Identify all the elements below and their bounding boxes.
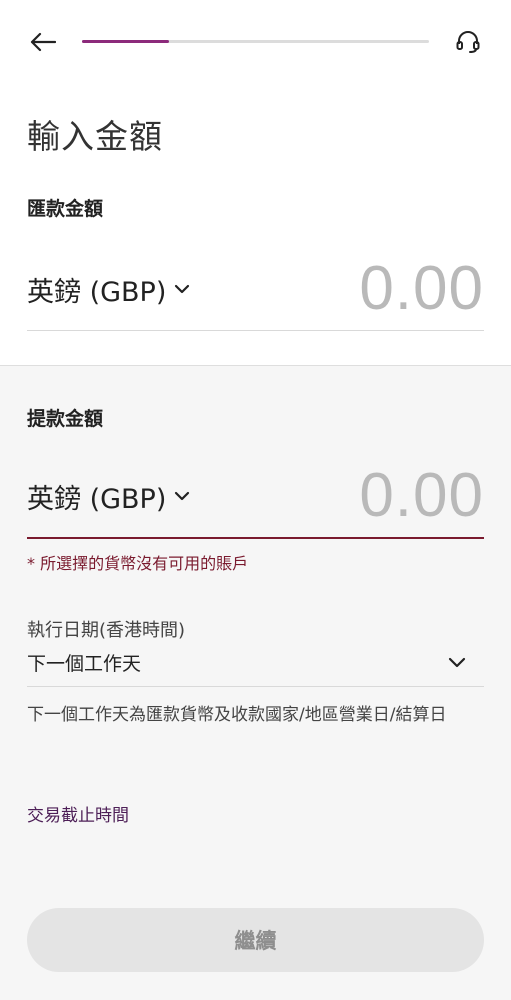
chevron-down-icon: [175, 284, 190, 294]
receive-currency-dropdown[interactable]: 英鎊 (GBP): [27, 477, 190, 516]
execution-date-underline: [27, 686, 484, 687]
continue-button[interactable]: 繼續: [27, 908, 484, 972]
receive-amount-underline: [27, 537, 484, 539]
arrow-left-icon: [30, 32, 56, 52]
error-message: * 所選擇的貨幣沒有可用的賬戶: [27, 554, 249, 573]
send-amount-input[interactable]: 0.00: [359, 258, 484, 320]
page-title: 輸入金額: [27, 117, 163, 156]
receive-currency-value: 英鎊 (GBP): [27, 483, 167, 515]
send-currency-dropdown[interactable]: 英鎊 (GBP): [27, 270, 190, 309]
send-currency-value: 英鎊 (GBP): [27, 276, 167, 308]
send-amount-underline: [27, 330, 484, 331]
send-amount-label: 匯款金額: [27, 198, 104, 220]
chevron-down-icon: [175, 491, 190, 501]
top-section: 輸入金額 匯款金額 英鎊 (GBP) 0.00: [0, 0, 511, 365]
progress-bar: [82, 40, 429, 43]
execution-date-note: 下一個工作天為匯款貨幣及收款國家/地區營業日/結算日: [27, 705, 447, 725]
execution-date-label: 執行日期(香港時間): [27, 620, 186, 641]
receive-amount-row: 英鎊 (GBP) 0.00: [27, 458, 484, 534]
send-amount-row: 英鎊 (GBP) 0.00: [27, 251, 484, 327]
support-button[interactable]: [452, 26, 484, 58]
back-button[interactable]: [26, 26, 60, 58]
execution-date-dropdown[interactable]: 下一個工作天: [27, 646, 484, 678]
headset-icon: [456, 31, 480, 53]
receive-amount-input[interactable]: 0.00: [359, 465, 484, 527]
receive-amount-label: 提款金額: [27, 408, 104, 430]
cutoff-time-link[interactable]: 交易截止時間: [27, 801, 129, 826]
execution-date-value: 下一個工作天: [27, 652, 142, 675]
progress-bar-fill: [82, 40, 169, 43]
chevron-down-icon: [448, 657, 466, 667]
